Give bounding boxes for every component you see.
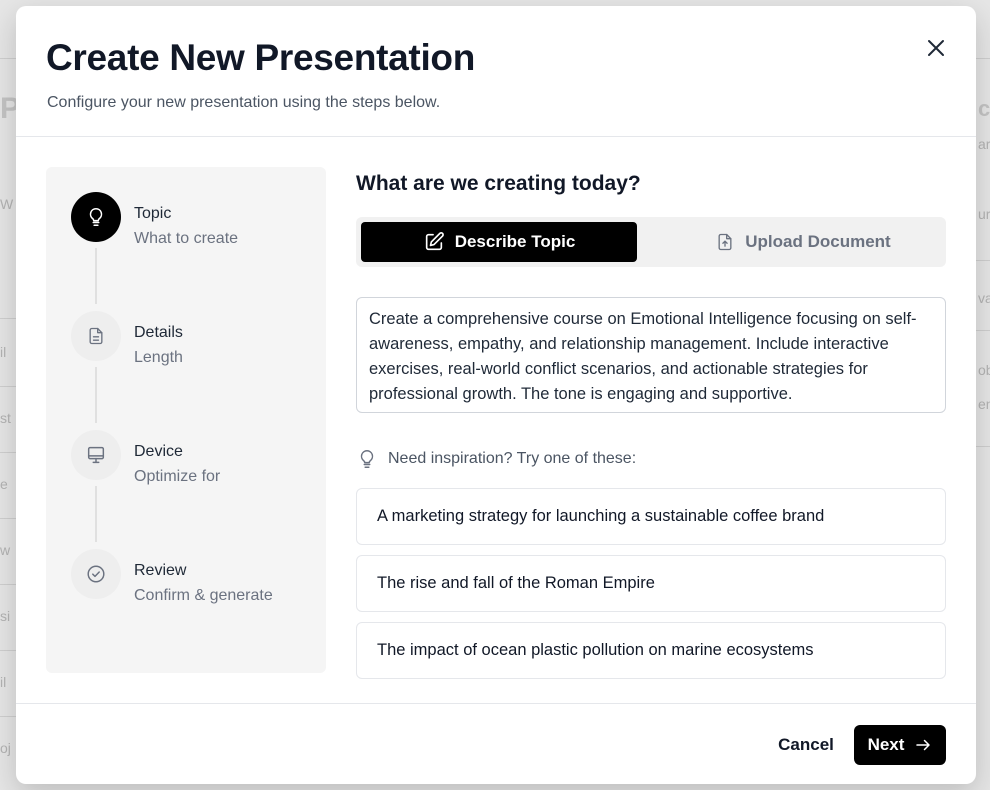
step-indicator	[71, 192, 121, 242]
step-label: Device	[134, 443, 183, 460]
arrow-right-icon	[916, 739, 931, 751]
upload-document-label: Upload Document	[745, 232, 891, 251]
step-label: Review	[134, 562, 187, 579]
document-icon	[89, 327, 103, 345]
step-connector	[95, 248, 97, 304]
step-device[interactable]: Device Optimize for	[71, 430, 321, 485]
next-label: Next	[867, 735, 905, 754]
section-heading: What are we creating today?	[356, 172, 641, 195]
close-icon	[928, 40, 944, 56]
dialog-title: Create New Presentation	[46, 37, 476, 78]
step-connector	[95, 367, 97, 423]
describe-topic-tab[interactable]: Describe Topic	[361, 222, 637, 262]
check-circle-icon	[87, 565, 105, 583]
suggestion-item[interactable]: A marketing strategy for launching a sus…	[356, 488, 946, 545]
step-description: What to create	[134, 230, 239, 247]
topic-description-input[interactable]: Create a comprehensive course on Emotion…	[356, 297, 946, 413]
dialog-footer: Cancel Next	[16, 703, 976, 784]
step-indicator	[71, 430, 121, 480]
edit-icon	[425, 232, 444, 251]
step-label: Details	[134, 324, 183, 341]
dialog-subtitle: Configure your new presentation using th…	[47, 94, 441, 111]
lightbulb-icon	[360, 450, 374, 468]
monitor-icon	[87, 446, 105, 464]
dialog-header: Create New Presentation Configure your n…	[16, 6, 976, 137]
input-mode-toggle: Describe Topic Upload Document	[356, 217, 946, 267]
close-button[interactable]	[922, 34, 950, 62]
next-button[interactable]: Next	[854, 725, 946, 765]
step-topic[interactable]: Topic What to create	[71, 192, 321, 247]
step-navigation: Topic What to create Details Length Devi…	[46, 167, 326, 673]
lightbulb-icon	[89, 207, 103, 227]
upload-document-tab[interactable]: Upload Document	[665, 222, 941, 262]
step-indicator	[71, 311, 121, 361]
step-details[interactable]: Details Length	[71, 311, 321, 366]
describe-topic-label: Describe Topic	[454, 232, 576, 251]
step-label: Topic	[134, 205, 172, 222]
inspiration-hint: Need inspiration? Try one of these:	[356, 447, 636, 471]
create-presentation-dialog: Create New Presentation Configure your n…	[16, 6, 976, 784]
inspiration-label: Need inspiration? Try one of these:	[388, 450, 637, 467]
cancel-button[interactable]: Cancel	[766, 725, 846, 765]
file-upload-icon	[718, 233, 732, 251]
suggestion-item[interactable]: The impact of ocean plastic pollution on…	[356, 622, 946, 679]
step-description: Optimize for	[134, 468, 221, 485]
step-description: Length	[134, 349, 183, 366]
step-description: Confirm & generate	[134, 587, 273, 604]
step-indicator	[71, 549, 121, 599]
step-connector	[95, 486, 97, 542]
step-review[interactable]: Review Confirm & generate	[71, 549, 321, 604]
suggestion-item[interactable]: The rise and fall of the Roman Empire	[356, 555, 946, 612]
